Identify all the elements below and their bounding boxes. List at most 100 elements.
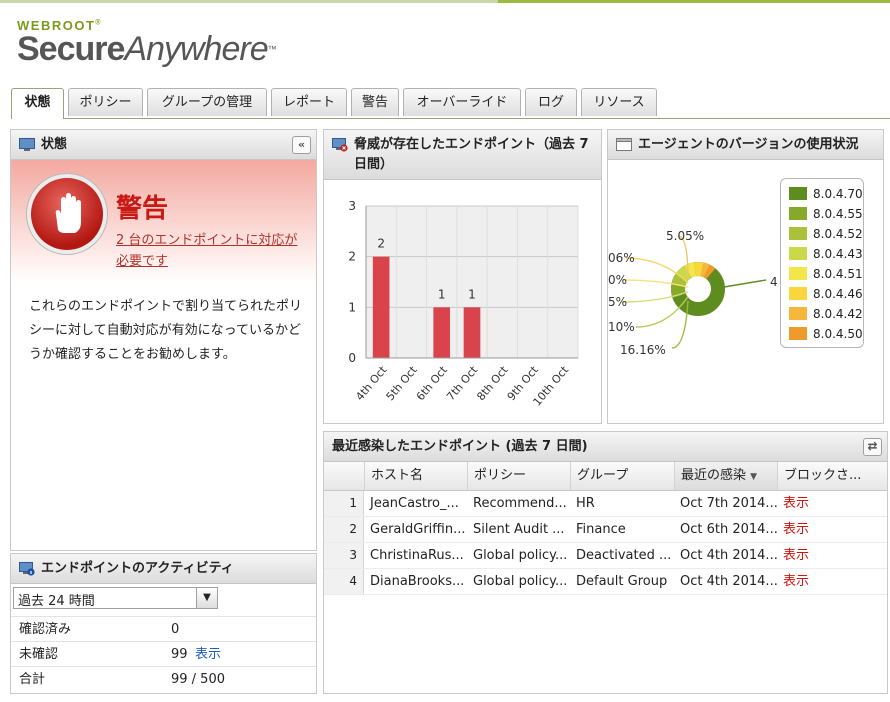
cell-blocked-link[interactable]: 表示 <box>777 491 887 516</box>
cell-last-infection: Oct 4th 2014... <box>680 548 777 563</box>
column-last-infection[interactable]: 最近の感染 ▼ <box>674 462 777 490</box>
legend-item: 8.0.4.50 <box>789 325 863 343</box>
grid-header: ホスト名 ポリシー グループ 最近の感染 ▼ ブロックさ... <box>324 462 887 491</box>
pie-slice[interactable] <box>700 262 710 278</box>
table-row[interactable]: 2 GeraldGriffin... Silent Audit ... Finance… <box>324 517 887 543</box>
legend-label: 8.0.4.43 <box>813 247 863 261</box>
slice-label: 4 <box>770 275 778 289</box>
slice-label: 5.05% <box>666 229 704 243</box>
webroot-logo: WEBROOT® SecureAnywhere™ <box>17 18 277 68</box>
slice-label: 0% <box>608 273 627 287</box>
legend-label: 8.0.4.51 <box>813 267 863 281</box>
legend-swatch <box>789 227 807 240</box>
legend-item: 8.0.4.70 <box>789 185 863 203</box>
stat-row-unconfirmed: 未確認 99 表示 <box>11 641 316 667</box>
cell-hostname: ChristinaRus... <box>370 548 464 563</box>
endpoint-info-icon <box>19 562 35 576</box>
cell-last-infection: Oct 7th 2014... <box>680 496 777 511</box>
cell-blocked-link[interactable]: 表示 <box>777 543 887 568</box>
column-blocked[interactable]: ブロックさ... <box>777 462 887 490</box>
stat-row-total: 合計 99 / 500 <box>11 666 316 692</box>
y-tick-label: 3 <box>348 199 356 213</box>
refresh-icon[interactable]: ⇄ <box>863 438 882 456</box>
pie-slice[interactable] <box>671 273 688 288</box>
stat-label: 確認済み <box>19 622 72 637</box>
row-number: 2 <box>324 517 364 542</box>
cell-blocked-link[interactable]: 表示 <box>777 517 887 542</box>
legend-item: 8.0.4.51 <box>789 265 863 283</box>
tab-policy[interactable]: ポリシー <box>68 88 143 116</box>
legend-label: 8.0.4.52 <box>813 227 863 241</box>
stat-value: 99 / 500 <box>171 672 225 687</box>
legend-label: 8.0.4.55 <box>813 207 863 221</box>
legend-item: 8.0.4.55 <box>789 205 863 223</box>
collapse-button[interactable]: « <box>292 136 311 154</box>
table-row[interactable]: 3 ChristinaRus... Global policy... Deactiva… <box>324 543 887 569</box>
main-tab-bar: 状態 ポリシー グループの管理 レポート 警告 オーバーライド ログ リソース <box>11 88 890 119</box>
tab-alerts[interactable]: 警告 <box>351 88 399 116</box>
alert-endpoints-link[interactable]: 2 台のエンドポイントに対応が必要です <box>116 230 306 272</box>
legend-item: 8.0.4.42 <box>789 305 863 323</box>
row-number: 3 <box>324 543 364 568</box>
cell-last-infection: Oct 6th 2014... <box>680 522 777 537</box>
bar-data-label: 1 <box>438 287 446 301</box>
column-policy[interactable]: ポリシー <box>467 462 570 490</box>
x-tick-label: 5th Oct <box>384 363 421 403</box>
activity-panel-header: エンドポイントのアクティビティ <box>11 554 316 584</box>
table-row[interactable]: 4 DianaBrooks... Global policy... Default G… <box>324 569 887 595</box>
x-tick-label: 4th Oct <box>353 363 390 403</box>
legend-item: 8.0.4.52 <box>789 225 863 243</box>
period-select[interactable]: 過去 24 時間 ▼ <box>13 587 218 609</box>
cell-hostname: DianaBrooks... <box>370 574 465 589</box>
activity-panel-title: エンドポイントのアクティビティ <box>41 561 234 576</box>
column-hostname[interactable]: ホスト名 <box>364 462 467 490</box>
period-select-value: 過去 24 時間 <box>18 594 95 609</box>
tab-overrides[interactable]: オーバーライド <box>403 88 521 116</box>
tab-resources[interactable]: リソース <box>581 88 657 116</box>
threat-bar[interactable] <box>433 307 451 358</box>
cell-policy: Recommend... <box>473 496 567 511</box>
status-panel: 状態 « 警告 2 台のエンドポイントに対応が必要です これらのエンドポイントで… <box>10 129 317 551</box>
legend-label: 8.0.4.50 <box>813 327 863 341</box>
status-panel-header: 状態 « <box>11 130 316 160</box>
column-group[interactable]: グループ <box>570 462 674 490</box>
tab-reports[interactable]: レポート <box>271 88 347 116</box>
y-tick-label: 1 <box>348 300 356 314</box>
threat-bar[interactable] <box>372 256 390 358</box>
cell-blocked-link[interactable]: 表示 <box>777 569 887 594</box>
slice-label: 16.16% <box>620 343 666 357</box>
row-number: 1 <box>324 491 364 516</box>
threat-chart-panel: 脅威が存在したエンドポイント（過去 7 日間） 0 1 2 3 2 4th Oct 5th … <box>323 129 602 424</box>
recent-panel-header: 最近感染したエンドポイント (過去 7 日間) ⇄ <box>324 432 887 462</box>
chevron-down-icon[interactable]: ▼ <box>196 588 217 608</box>
legend-label: 8.0.4.70 <box>813 187 863 201</box>
tab-group-management[interactable]: グループの管理 <box>147 88 267 116</box>
recent-infections-panel: 最近感染したエンドポイント (過去 7 日間) ⇄ ホスト名 ポリシー グループ… <box>323 431 888 694</box>
legend-swatch <box>789 187 807 200</box>
stat-label: 未確認 <box>19 647 59 662</box>
pie-slice[interactable] <box>684 262 697 278</box>
legend-swatch <box>789 207 807 220</box>
legend-swatch <box>789 287 807 300</box>
slice-leader-line <box>723 279 767 288</box>
pie-hole <box>691 282 705 296</box>
hand-icon <box>55 193 81 233</box>
legend-item: 8.0.4.46 <box>789 285 863 303</box>
legend-swatch <box>789 327 807 340</box>
tab-logs[interactable]: ログ <box>525 88 577 116</box>
stop-hand-icon <box>31 178 103 250</box>
legend-swatch <box>789 247 807 260</box>
alert-description: これらのエンドポイントで割り当てられたポリシーに対して自動対応が有効になっている… <box>29 299 303 362</box>
legend-label: 8.0.4.46 <box>813 287 863 301</box>
pie-slice[interactable] <box>675 265 692 282</box>
logo-product: SecureAnywhere™ <box>17 30 277 68</box>
show-unconfirmed-link[interactable]: 表示 <box>195 642 221 667</box>
legend-label: 8.0.4.42 <box>813 307 863 321</box>
monitor-icon <box>19 138 35 151</box>
table-row[interactable]: 1 JeanCastro_... Recommend... HR Oct 7th 201… <box>324 491 887 517</box>
cell-hostname: JeanCastro_... <box>370 496 459 511</box>
threat-bar[interactable] <box>463 307 481 358</box>
tab-status[interactable]: 状態 <box>11 88 64 119</box>
top-accent-highlight <box>498 0 890 3</box>
pie-slice[interactable] <box>703 264 716 280</box>
